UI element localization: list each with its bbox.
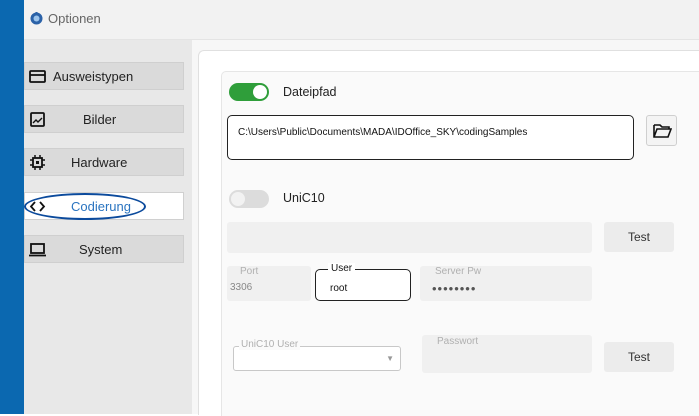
sidebar-item-ausweistypen[interactable]: Ausweistypen <box>24 62 184 90</box>
port-field[interactable]: Port 3306 <box>227 266 311 301</box>
window-title: Optionen <box>48 11 101 26</box>
title-bar: Optionen <box>24 0 699 40</box>
passwort-field[interactable]: Passwort <box>422 335 592 373</box>
passwort-label: Passwort <box>437 336 479 347</box>
dateipfad-value: C:\Users\Public\Documents\MADA\IDOffice_… <box>238 127 528 138</box>
server-pw-label: Server Pw <box>435 266 482 277</box>
laptop-icon <box>29 243 46 257</box>
unic10-label: UniC10 <box>283 191 325 205</box>
dateipfad-toggle[interactable] <box>229 83 269 101</box>
sidebar-item-label: System <box>79 242 123 257</box>
dateipfad-label: Dateipfad <box>283 85 337 99</box>
toggle-knob <box>231 192 245 206</box>
sidebar-item-label: Bilder <box>83 112 117 127</box>
toggle-knob <box>253 85 267 99</box>
sidebar-item-label: Codierung <box>71 199 131 214</box>
card-icon <box>29 70 46 83</box>
sidebar-item-system[interactable]: System <box>24 235 184 263</box>
user-field[interactable]: User root <box>315 263 411 301</box>
unic10-user-label: UniC10 User <box>239 339 301 350</box>
user-label: User <box>328 263 356 274</box>
code-icon <box>29 201 46 212</box>
server-pw-value: •••••••• <box>432 281 477 296</box>
unic10-user-test-button[interactable]: Test <box>604 342 674 372</box>
port-value: 3306 <box>230 282 253 293</box>
sidebar: Ausweistypen Bilder Hardware Codierung S… <box>24 40 192 414</box>
sidebar-item-codierung[interactable]: Codierung <box>24 192 184 220</box>
browse-folder-button[interactable] <box>646 115 677 146</box>
sidebar-item-hardware[interactable]: Hardware <box>24 148 184 176</box>
window-edge <box>0 0 24 414</box>
unic10-toggle[interactable] <box>229 190 269 208</box>
sidebar-item-bilder[interactable]: Bilder <box>24 105 184 133</box>
app-icon <box>30 12 43 25</box>
dateipfad-input[interactable]: C:\Users\Public\Documents\MADA\IDOffice_… <box>227 115 634 160</box>
sidebar-item-label: Ausweistypen <box>53 69 134 84</box>
image-icon <box>30 112 45 127</box>
port-label: Port <box>240 266 259 277</box>
chip-icon <box>30 155 45 170</box>
unic10-user-select[interactable]: UniC10 User ▼ <box>233 339 401 371</box>
options-window: Optionen Ausweistypen Bilder Hardware Co… <box>0 0 699 416</box>
unic10-test-button[interactable]: Test <box>604 222 674 252</box>
server-pw-field[interactable]: Server Pw •••••••• <box>420 266 592 301</box>
sidebar-item-label: Hardware <box>71 155 128 170</box>
user-value: root <box>330 283 348 294</box>
unic10-server-field[interactable] <box>227 222 592 253</box>
folder-open-icon <box>653 124 672 138</box>
chevron-down-icon: ▼ <box>386 354 394 363</box>
